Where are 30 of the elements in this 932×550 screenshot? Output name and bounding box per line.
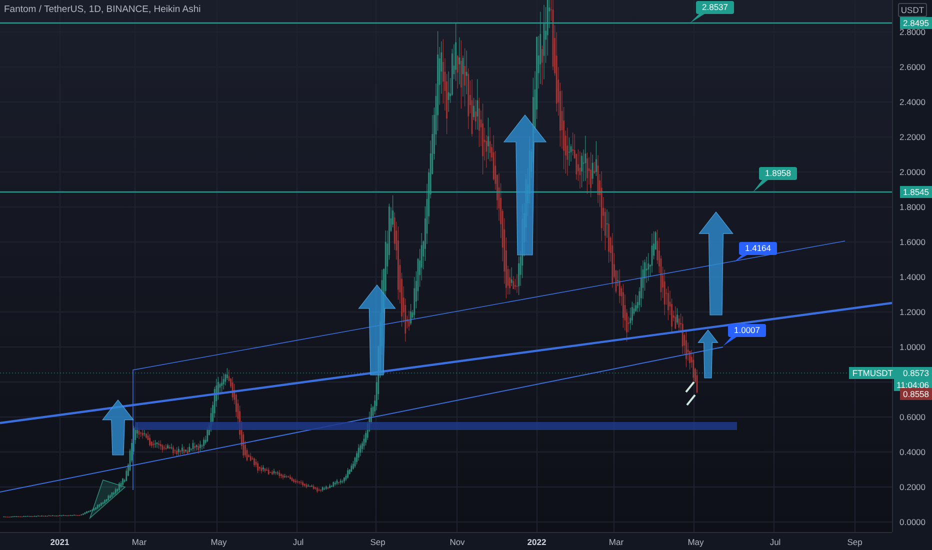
price-tick: 1.8000: [900, 201, 926, 213]
time-tick: Jul: [768, 536, 782, 546]
price-tick: 0.4000: [900, 446, 926, 458]
price-tick: 2.2000: [900, 131, 926, 143]
time-tick: May: [686, 536, 705, 546]
time-tick: May: [210, 536, 228, 546]
time-tick: 2021: [49, 536, 70, 546]
price-tag: 2.8495: [900, 17, 932, 29]
time-tick: Jul: [292, 536, 305, 546]
time-tick: Nov: [448, 536, 466, 546]
price-tag: 1.8545: [900, 186, 932, 198]
price-tick: 1.2000: [900, 306, 926, 318]
price-tick: 2.8000: [900, 26, 926, 38]
time-tick: 2022: [526, 536, 548, 546]
price-tag: 0.8558: [900, 388, 932, 400]
price-tick: 0.2000: [900, 481, 926, 493]
chart-title: Fantom / TetherUS, 1D, BINANCE, Heikin Ashi: [4, 4, 201, 15]
price-tick: 2.4000: [900, 96, 926, 108]
symbol-price-tag: FTMUSDT 0.8573: [849, 367, 932, 379]
price-tick: 0.6000: [900, 411, 926, 423]
price-tick: 2.0000: [900, 166, 926, 178]
time-tick: Mar: [130, 536, 148, 546]
price-tick: 2.6000: [900, 61, 926, 73]
time-tick: Mar: [608, 536, 625, 546]
time-tick: Sep: [846, 536, 864, 546]
price-tick: 0.0000: [900, 516, 926, 528]
price-tick: 1.4000: [900, 271, 926, 283]
time-tick: Sep: [369, 536, 386, 546]
price-tick: 1.6000: [900, 236, 926, 248]
price-tick: 1.0000: [900, 341, 926, 353]
